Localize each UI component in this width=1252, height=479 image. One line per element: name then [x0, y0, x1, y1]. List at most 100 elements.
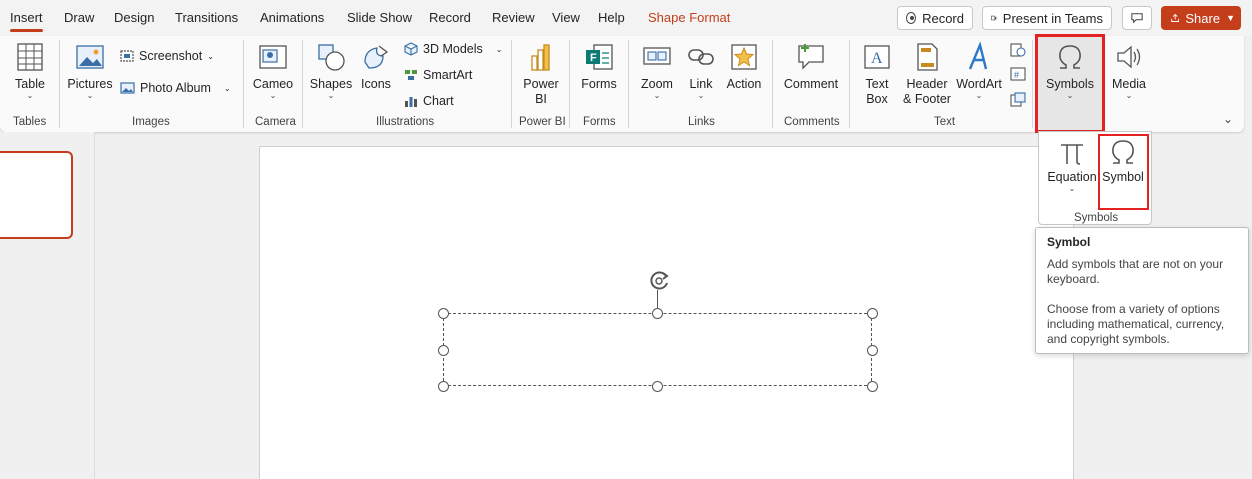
tab-help[interactable]: Help	[598, 10, 625, 25]
action-icon	[731, 44, 757, 70]
group-label-comments: Comments	[784, 116, 840, 128]
group-label-illustrations: Illustrations	[376, 116, 435, 128]
group-label-forms: Forms	[583, 116, 616, 128]
chevron-down-icon: ⌄	[1125, 91, 1133, 100]
chevron-down-icon: ⌄	[269, 91, 277, 100]
group-separator	[59, 40, 60, 128]
text-box-icon: A	[864, 45, 890, 69]
comment-icon	[1131, 13, 1143, 24]
resize-handle[interactable]	[867, 345, 878, 356]
omega-icon	[1059, 45, 1081, 69]
rotate-handle-icon[interactable]	[647, 268, 673, 294]
cameo-icon	[259, 45, 287, 69]
photo-album-button[interactable]: Photo Album ⌄	[120, 81, 231, 95]
chevron-down-icon[interactable]: ▼	[1226, 13, 1235, 23]
equation-button[interactable]: Equation ⌄	[1045, 137, 1099, 193]
tab-transitions[interactable]: Transitions	[175, 10, 238, 25]
tooltip-details: Choose from a variety of options includi…	[1047, 302, 1225, 346]
text-box-placeholder[interactable]	[443, 313, 872, 386]
resize-handle[interactable]	[438, 381, 449, 392]
chevron-down-icon: ⌄	[1068, 184, 1076, 193]
table-button[interactable]: Table ⌄	[12, 42, 48, 100]
chevron-down-icon: ⌄	[495, 44, 503, 54]
resize-handle[interactable]	[652, 381, 663, 392]
smartart-button[interactable]: SmartArt	[404, 68, 472, 82]
wordart-icon	[968, 42, 988, 70]
slide-thumbnail[interactable]	[0, 151, 73, 239]
chevron-down-icon: ⌄	[26, 91, 34, 100]
forms-button[interactable]: F Forms	[578, 42, 620, 92]
symbols-button[interactable]: Symbols ⌄	[1035, 34, 1105, 133]
symbols-button-content: Symbols ⌄	[1038, 42, 1102, 100]
power-bi-button[interactable]: Power BI	[520, 42, 562, 107]
group-label-power-bi: Power BI	[519, 116, 566, 128]
svg-text:#: #	[1014, 70, 1019, 80]
chart-button[interactable]: Chart	[404, 94, 454, 108]
tab-shape-format[interactable]: Shape Format	[648, 10, 730, 25]
screenshot-icon	[120, 50, 134, 62]
resize-handle[interactable]	[652, 308, 663, 319]
action-button[interactable]: Action	[724, 42, 764, 92]
group-label-images: Images	[132, 116, 170, 128]
present-in-teams-button[interactable]: Present in Teams	[982, 6, 1112, 30]
group-label-links: Links	[688, 116, 715, 128]
chevron-down-icon: ⌄	[1066, 91, 1074, 100]
zoom-button[interactable]: Zoom ⌄	[636, 42, 678, 100]
group-label-tables: Tables	[13, 116, 47, 128]
tab-record[interactable]: Record	[429, 10, 471, 25]
date-time-icon[interactable]	[1010, 42, 1026, 58]
tooltip-title: Symbol	[1047, 235, 1091, 249]
chart-icon	[405, 97, 417, 107]
chevron-down-icon: ⌄	[697, 91, 705, 100]
teams-icon	[991, 15, 997, 21]
chevron-down-icon: ⌄	[327, 91, 335, 100]
comment-button[interactable]: Comment	[781, 42, 841, 92]
text-box-button[interactable]: A Text Box	[858, 42, 896, 107]
comments-button[interactable]	[1122, 6, 1152, 30]
cameo-button[interactable]: Cameo ⌄	[252, 42, 294, 100]
group-separator	[849, 40, 850, 128]
cube-icon	[404, 42, 418, 56]
resize-handle[interactable]	[438, 345, 449, 356]
shapes-icon	[318, 44, 345, 71]
group-label-text: Text	[934, 116, 956, 128]
screenshot-button[interactable]: Screenshot ⌄	[120, 49, 214, 63]
group-separator	[569, 40, 570, 128]
power-bi-icon	[531, 44, 550, 71]
tab-draw[interactable]: Draw	[64, 10, 94, 25]
tab-insert[interactable]: Insert	[10, 10, 43, 32]
link-button[interactable]: Link ⌄	[684, 42, 718, 100]
share-icon	[1171, 13, 1180, 22]
tab-review[interactable]: Review	[492, 10, 535, 25]
group-label-symbols: Symbols	[1074, 212, 1119, 224]
speaker-icon	[1117, 45, 1141, 69]
tab-design[interactable]: Design	[114, 10, 154, 25]
object-icon[interactable]	[1010, 92, 1026, 108]
tab-animations[interactable]: Animations	[260, 10, 324, 25]
icons-icon	[364, 45, 389, 69]
ribbon-tab-bar: Insert Draw Design Transitions Animation…	[0, 0, 1252, 36]
media-button[interactable]: Media ⌄	[1108, 42, 1150, 100]
svg-text:F: F	[590, 52, 597, 64]
group-separator	[772, 40, 773, 128]
collapse-ribbon-icon[interactable]: ⌄	[1223, 112, 1233, 126]
3d-models-button[interactable]: 3D Models ⌄	[404, 42, 502, 56]
shapes-button[interactable]: Shapes ⌄	[310, 42, 352, 100]
forms-icon: F	[586, 44, 613, 70]
tab-view[interactable]: View	[552, 10, 580, 25]
resize-handle[interactable]	[867, 381, 878, 392]
share-button[interactable]: Share ▼	[1161, 6, 1241, 30]
slide-number-icon[interactable]: #	[1010, 66, 1026, 82]
pictures-icon	[76, 45, 104, 69]
group-label-camera: Camera	[255, 116, 296, 128]
smartart-icon	[405, 70, 417, 80]
header-footer-button[interactable]: Header & Footer	[901, 42, 953, 107]
resize-handle[interactable]	[867, 308, 878, 319]
tab-slide-show[interactable]: Slide Show	[347, 10, 412, 25]
group-separator	[302, 40, 303, 128]
record-button[interactable]: Record	[897, 6, 973, 30]
wordart-button[interactable]: WordArt ⌄	[955, 42, 1003, 100]
icons-button[interactable]: Icons	[358, 42, 394, 92]
pictures-button[interactable]: Pictures ⌄	[67, 42, 113, 100]
resize-handle[interactable]	[438, 308, 449, 319]
